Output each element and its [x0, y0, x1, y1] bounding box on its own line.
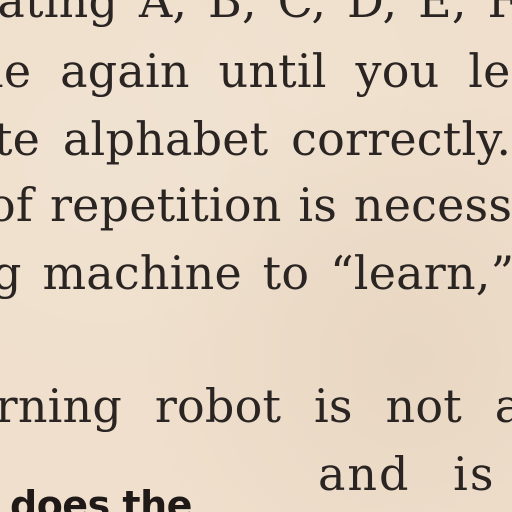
document-page: eating A, B, C, D, E, F me again until y… — [0, 0, 512, 512]
text-line-8: does the — [10, 483, 192, 512]
text-line-4: of repetition is necessar — [0, 178, 512, 232]
text-line-7: and is — [318, 447, 496, 501]
text-line-1: eating A, B, C, D, E, F — [0, 0, 512, 28]
text-line-5: g machine to “learn,” to — [0, 246, 512, 300]
text-line-6: arning robot is not a — [0, 379, 512, 433]
text-line-3: te alphabet correctly. ' — [0, 112, 512, 166]
text-line-2: me again until you lea — [0, 44, 512, 98]
